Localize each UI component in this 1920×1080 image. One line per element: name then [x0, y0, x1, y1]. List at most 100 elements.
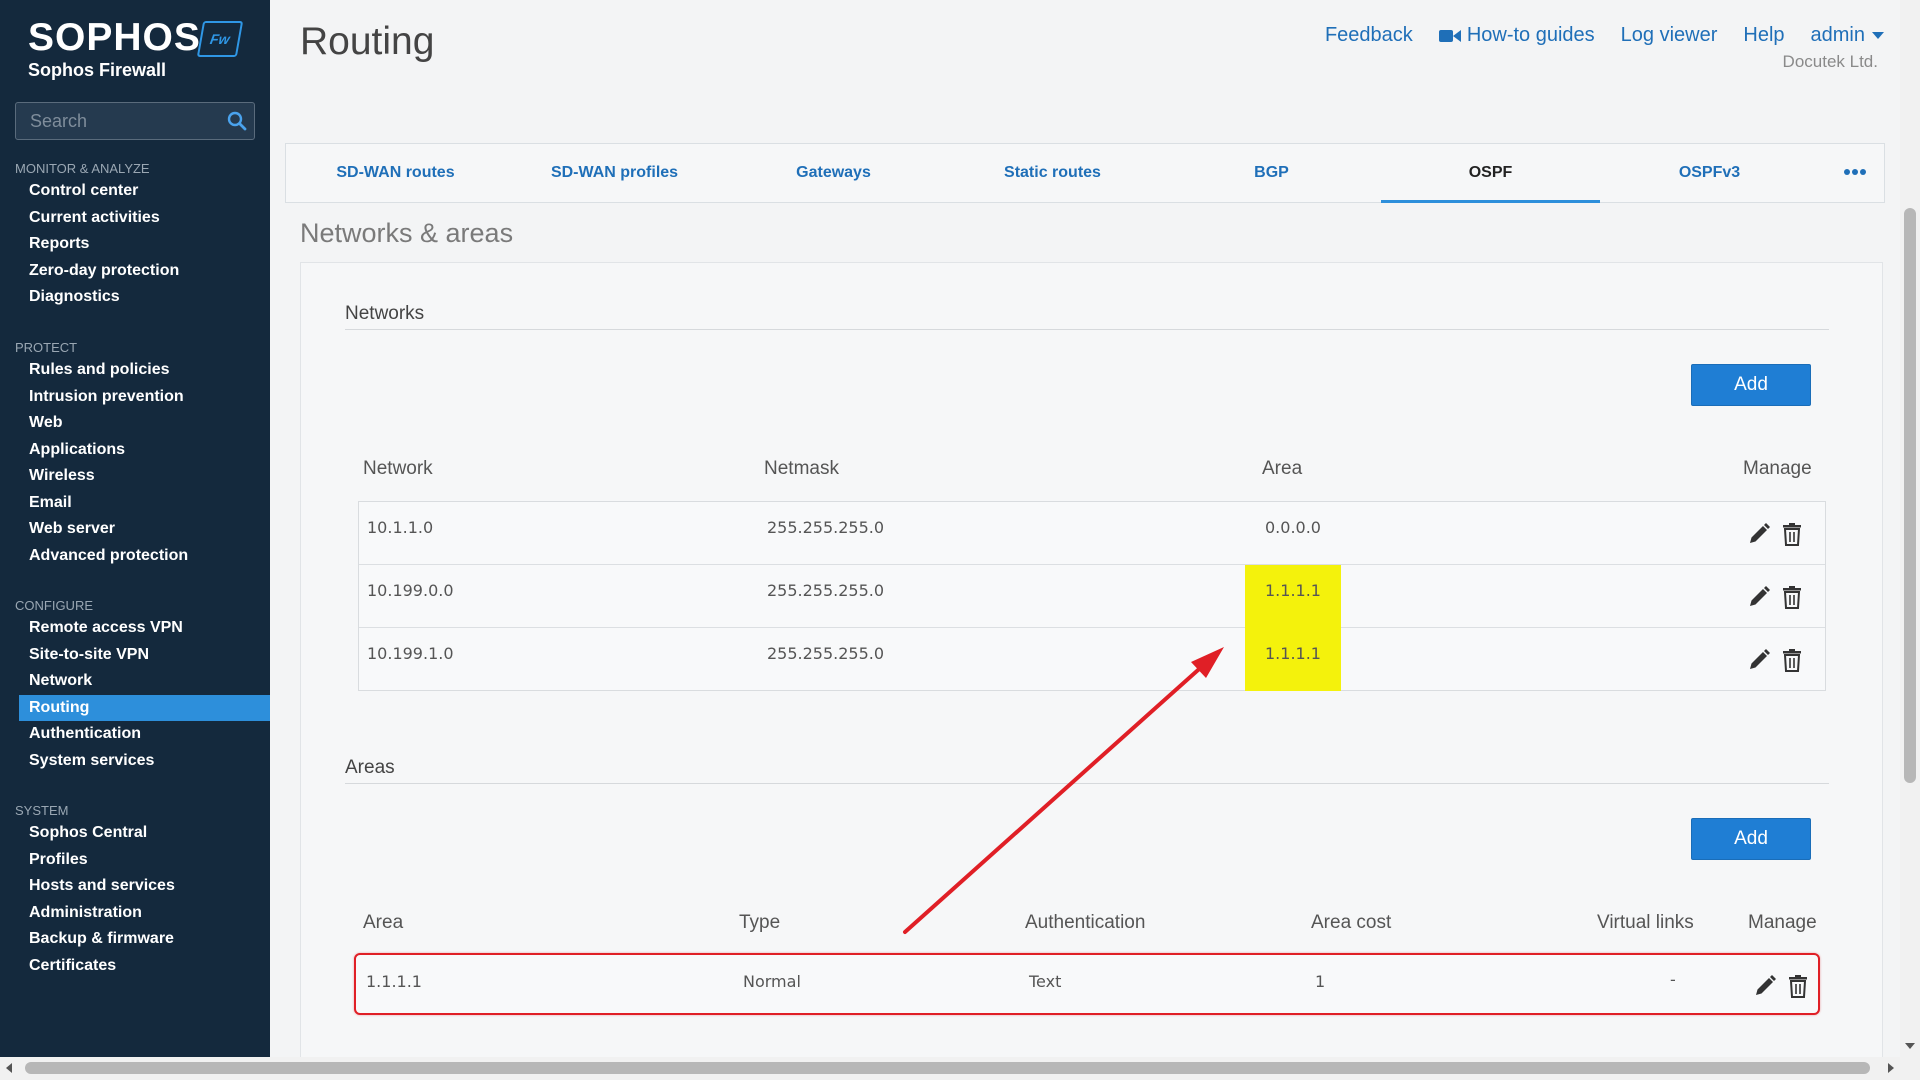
search-icon[interactable] [227, 111, 247, 131]
network-cell: 10.199.1.0 [367, 644, 454, 663]
sidebar-item-backup-firmware[interactable]: Backup & firmware [0, 926, 270, 953]
networks-heading: Networks [345, 303, 425, 324]
nav-protect: PROTECT Rules and policies Intrusion pre… [0, 339, 270, 569]
networks-table: 10.1.1.0 255.255.255.0 0.0.0.0 10.199.0.… [358, 501, 1826, 691]
nav-heading-monitor: MONITOR & ANALYZE [15, 161, 150, 176]
area-cell: 1.1.1.1 [1265, 644, 1321, 663]
scroll-left-icon[interactable] [6, 1063, 12, 1073]
scroll-down-icon[interactable] [1905, 1043, 1915, 1049]
col-netmask: Netmask [764, 458, 839, 479]
area-cell: 1.1.1.1 [366, 972, 422, 991]
sidebar-item-web[interactable]: Web [0, 410, 270, 437]
tab-ospfv3[interactable]: OSPFv3 [1600, 144, 1819, 202]
nav-configure: CONFIGURE Remote access VPN Site-to-site… [0, 597, 270, 774]
areas-table-row: 1.1.1.1 Normal Text 1 - [354, 953, 1820, 1015]
netmask-cell: 255.255.255.0 [767, 644, 885, 663]
horizontal-scroll-thumb[interactable] [25, 1062, 1870, 1074]
delete-icon[interactable] [1780, 648, 1804, 672]
sidebar-item-diagnostics[interactable]: Diagnostics [0, 284, 270, 311]
delete-icon[interactable] [1780, 585, 1804, 609]
sidebar-item-routing[interactable]: Routing [19, 694, 270, 721]
area-cell: 1.1.1.1 [1265, 581, 1321, 600]
sidebar-item-sophos-central[interactable]: Sophos Central [0, 820, 270, 847]
tab-bgp[interactable]: BGP [1162, 144, 1381, 202]
sidebar-item-remote-access-vpn[interactable]: Remote access VPN [0, 615, 270, 642]
areas-heading: Areas [345, 757, 395, 778]
edit-icon[interactable] [1747, 585, 1771, 609]
col-area-cost: Area cost [1311, 912, 1392, 933]
edit-icon[interactable] [1747, 648, 1771, 672]
tab-ospf[interactable]: OSPF [1381, 144, 1600, 203]
sidebar-item-system-services[interactable]: System services [0, 748, 270, 775]
vertical-scrollbar[interactable] [1900, 0, 1920, 1057]
chevron-down-icon [1872, 32, 1884, 39]
tab-sd-wan-routes[interactable]: SD-WAN routes [286, 144, 505, 202]
sidebar-item-certificates[interactable]: Certificates [0, 953, 270, 980]
sidebar-item-administration[interactable]: Administration [0, 900, 270, 927]
sidebar-item-current-activities[interactable]: Current activities [0, 205, 270, 232]
sidebar-item-zero-day-protection[interactable]: Zero-day protection [0, 258, 270, 285]
tab-static-routes[interactable]: Static routes [943, 144, 1162, 202]
sidebar-item-web-server[interactable]: Web server [0, 516, 270, 543]
search-box [15, 102, 255, 140]
sidebar-item-profiles[interactable]: Profiles [0, 847, 270, 874]
nav-system: SYSTEM Sophos Central Profiles Hosts and… [0, 802, 270, 979]
search-input[interactable] [16, 103, 254, 139]
sidebar-item-authentication[interactable]: Authentication [0, 721, 270, 748]
horizontal-scrollbar[interactable] [0, 1057, 1920, 1080]
type-cell: Normal [743, 972, 801, 991]
firewall-badge: Fw [196, 21, 244, 57]
area-cell: 0.0.0.0 [1265, 518, 1321, 537]
col-manage: Manage [1748, 912, 1817, 933]
table-row: 10.1.1.0 255.255.255.0 0.0.0.0 [359, 502, 1825, 565]
tab-sd-wan-profiles[interactable]: SD-WAN profiles [505, 144, 724, 202]
networks-divider [345, 329, 1829, 330]
howto-guides-label: How-to guides [1466, 24, 1595, 46]
page-title: Routing [300, 20, 435, 63]
netmask-cell: 255.255.255.0 [767, 581, 885, 600]
sidebar-item-email[interactable]: Email [0, 490, 270, 517]
col-area: Area [363, 912, 404, 933]
col-virtual-links: Virtual links [1597, 912, 1694, 933]
log-viewer-link[interactable]: Log viewer [1621, 24, 1718, 47]
delete-icon[interactable] [1780, 522, 1804, 546]
sidebar-item-network[interactable]: Network [0, 668, 270, 695]
nav-heading-configure: CONFIGURE [15, 598, 93, 613]
add-network-button[interactable]: Add [1691, 364, 1811, 406]
feedback-link[interactable]: Feedback [1325, 24, 1413, 47]
nav-monitor: MONITOR & ANALYZE Control center Current… [0, 160, 270, 311]
areas-divider [345, 783, 1829, 784]
edit-icon[interactable] [1753, 974, 1777, 998]
more-icon[interactable] [1844, 168, 1866, 176]
delete-icon[interactable] [1786, 974, 1810, 998]
vertical-scroll-thumb[interactable] [1904, 208, 1916, 783]
tab-gateways[interactable]: Gateways [724, 144, 943, 202]
howto-guides-link[interactable]: How-to guides [1438, 24, 1595, 47]
video-camera-icon [1438, 29, 1461, 42]
sidebar-item-wireless[interactable]: Wireless [0, 463, 270, 490]
sidebar-item-control-center[interactable]: Control center [0, 178, 270, 205]
organization-name: Docutek Ltd. [1782, 52, 1878, 71]
col-network: Network [363, 458, 433, 479]
sidebar-item-intrusion-prevention[interactable]: Intrusion prevention [0, 384, 270, 411]
sidebar-item-applications[interactable]: Applications [0, 437, 270, 464]
col-area: Area [1262, 458, 1303, 479]
sidebar-item-rules-and-policies[interactable]: Rules and policies [0, 357, 270, 384]
product-name: Sophos Firewall [28, 60, 167, 80]
scroll-right-icon[interactable] [1888, 1063, 1894, 1073]
user-menu[interactable]: admin [1811, 24, 1884, 47]
edit-icon[interactable] [1747, 522, 1771, 546]
add-area-button[interactable]: Add [1691, 818, 1811, 860]
sidebar-item-site-to-site-vpn[interactable]: Site-to-site VPN [0, 642, 270, 669]
sidebar-item-hosts-and-services[interactable]: Hosts and services [0, 873, 270, 900]
help-link[interactable]: Help [1743, 24, 1784, 47]
authentication-cell: Text [1029, 972, 1062, 991]
sophos-logo: SOPHOS Fw Sophos Firewall [28, 18, 244, 81]
sidebar-item-advanced-protection[interactable]: Advanced protection [0, 543, 270, 570]
user-name: admin [1810, 24, 1865, 46]
sidebar: SOPHOS Fw Sophos Firewall MONITOR & ANAL… [0, 0, 270, 1057]
network-cell: 10.1.1.0 [367, 518, 434, 537]
table-row: 10.199.1.0 255.255.255.0 1.1.1.1 [359, 628, 1825, 691]
routing-tabs: SD-WAN routes SD-WAN profiles Gateways S… [285, 143, 1885, 203]
sidebar-item-reports[interactable]: Reports [0, 231, 270, 258]
